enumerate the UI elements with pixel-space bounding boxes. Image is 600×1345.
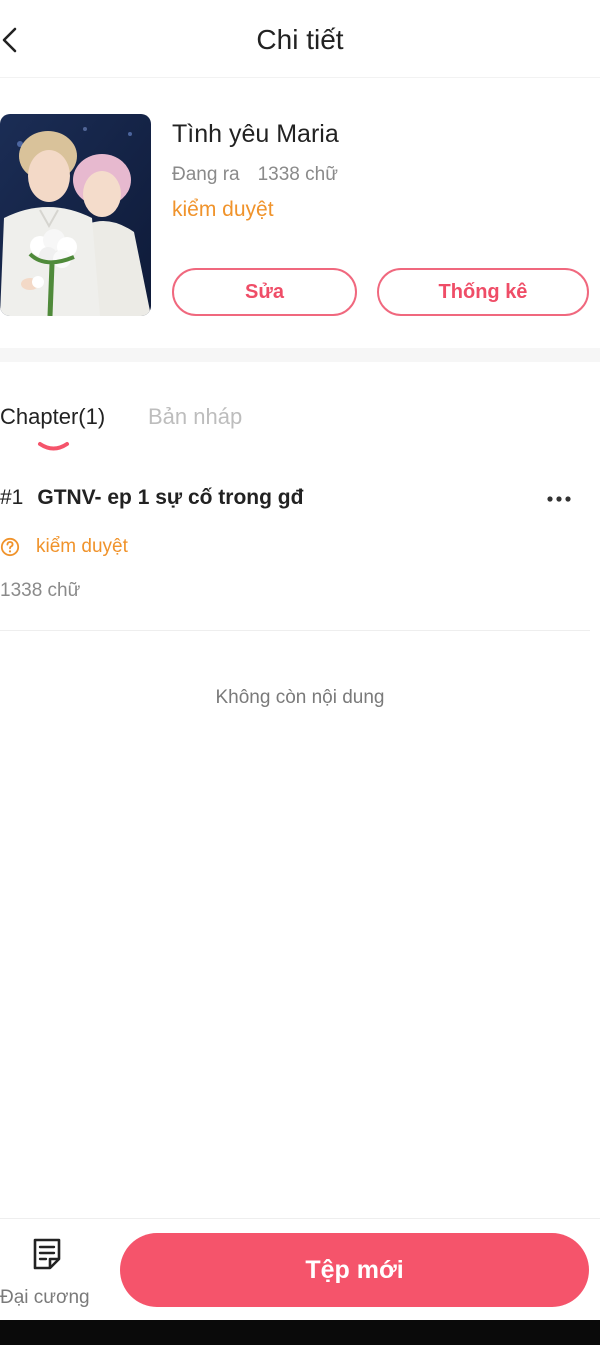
- more-horizontal-icon: [547, 496, 571, 502]
- statistics-button[interactable]: Thống kê: [377, 268, 589, 316]
- chapter-name: GTNV- ep 1 sự cố trong gđ: [37, 486, 304, 509]
- chapter-review-status: kiểm duyệt: [0, 536, 128, 558]
- book-meta: Đang ra 1338 chữ: [172, 164, 338, 186]
- page-title: Chi tiết: [256, 24, 344, 55]
- book-info: Tình yêu Maria Đang ra 1338 chữ kiểm duyệ…: [0, 114, 600, 316]
- book-cover-image[interactable]: [0, 114, 151, 316]
- chapter-status-label: kiểm duyệt: [36, 536, 128, 557]
- tab-chapters[interactable]: Chapter(1): [0, 404, 105, 430]
- chapter-number: #1: [0, 486, 24, 509]
- tab-bar: Chapter(1) Bản nháp: [0, 404, 600, 454]
- section-divider: [0, 348, 600, 362]
- header: Chi tiết: [0, 0, 600, 78]
- question-circle-icon: [0, 537, 20, 557]
- book-title: Tình yêu Maria: [172, 120, 339, 148]
- outline-button[interactable]: Đại cương: [0, 1235, 96, 1315]
- end-of-list-message: Không còn nội dung: [215, 687, 385, 708]
- book-status-text: Đang ra: [172, 164, 240, 185]
- system-navigation-bar: [0, 1320, 600, 1345]
- outline-label: Đại cương: [0, 1287, 90, 1308]
- book-word-count: 1338 chữ: [257, 164, 338, 185]
- active-tab-indicator: [38, 442, 69, 451]
- tab-drafts[interactable]: Bản nháp: [148, 404, 242, 430]
- chapter-list-item[interactable]: #1 GTNV- ep 1 sự cố trong gđ kiểm duyệt 1…: [0, 470, 590, 631]
- edit-button[interactable]: Sửa: [172, 268, 357, 316]
- chapter-title: #1 GTNV- ep 1 sự cố trong gđ: [0, 486, 303, 510]
- bottom-action-bar: Đại cương Tệp mới: [0, 1218, 600, 1318]
- chapter-word-count: 1338 chữ: [0, 580, 81, 601]
- chapter-more-button[interactable]: [543, 486, 575, 512]
- book-review-status: kiểm duyệt: [172, 198, 274, 221]
- document-icon: [31, 1237, 63, 1276]
- new-chapter-button[interactable]: Tệp mới: [120, 1233, 589, 1307]
